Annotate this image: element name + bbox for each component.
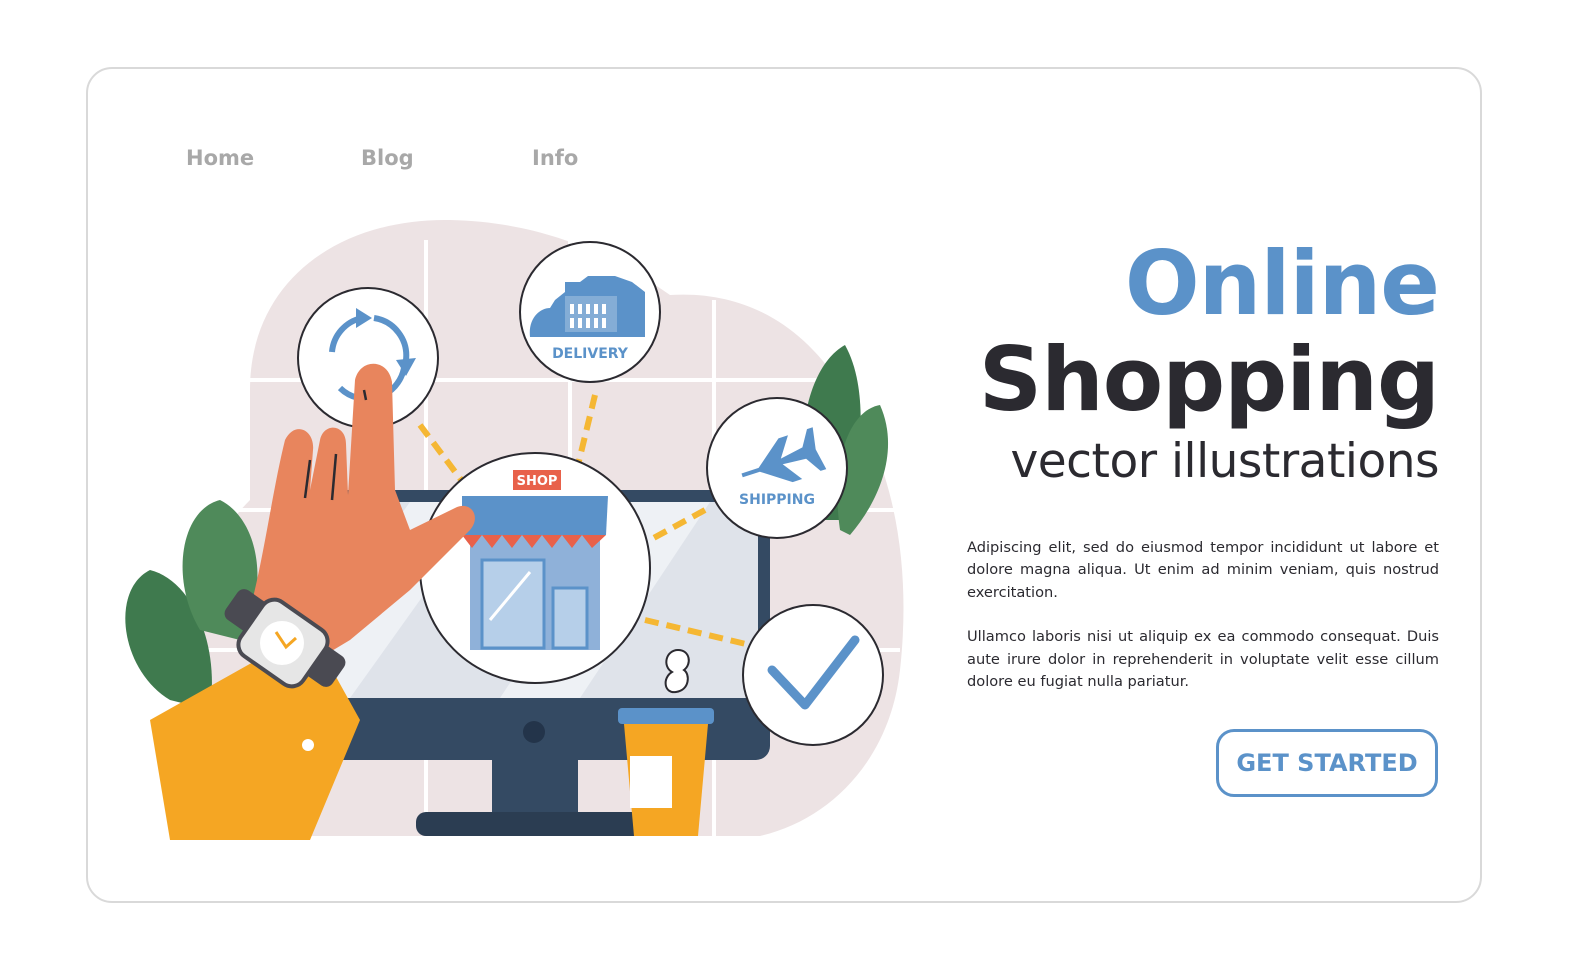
hero-illustration: DELIVERY SHIPPING SHOP xyxy=(110,200,910,850)
nav-link-info[interactable]: Info xyxy=(532,146,578,170)
title-shopping: Shopping xyxy=(978,328,1440,431)
shipping-plane-icon: SHIPPING xyxy=(706,397,848,539)
nav-link-home[interactable]: Home xyxy=(186,146,254,170)
subtitle: vector illustrations xyxy=(1010,434,1439,489)
shop-sign-label: SHOP xyxy=(517,474,558,489)
shop-store-icon: SHOP xyxy=(419,452,651,684)
title-online: Online xyxy=(1124,232,1440,335)
hero-description: Adipiscing elit, sed do eiusmod tempor i… xyxy=(967,537,1439,715)
get-started-button[interactable]: GET STARTED xyxy=(1216,729,1438,797)
delivery-warehouse-icon: DELIVERY xyxy=(519,241,661,383)
nav-link-blog[interactable]: Blog xyxy=(361,146,414,170)
checkmark-icon xyxy=(742,604,884,746)
description-paragraph-1: Adipiscing elit, sed do eiusmod tempor i… xyxy=(967,539,1439,601)
description-paragraph-2: Ullamco laboris nisi ut aliquip ex ea co… xyxy=(967,628,1439,691)
delivery-label: DELIVERY xyxy=(552,346,629,362)
coffee-cup-icon xyxy=(618,708,714,836)
hero-heading: Online Shopping vector illustrations xyxy=(879,232,1440,492)
shipping-label: SHIPPING xyxy=(739,492,815,508)
